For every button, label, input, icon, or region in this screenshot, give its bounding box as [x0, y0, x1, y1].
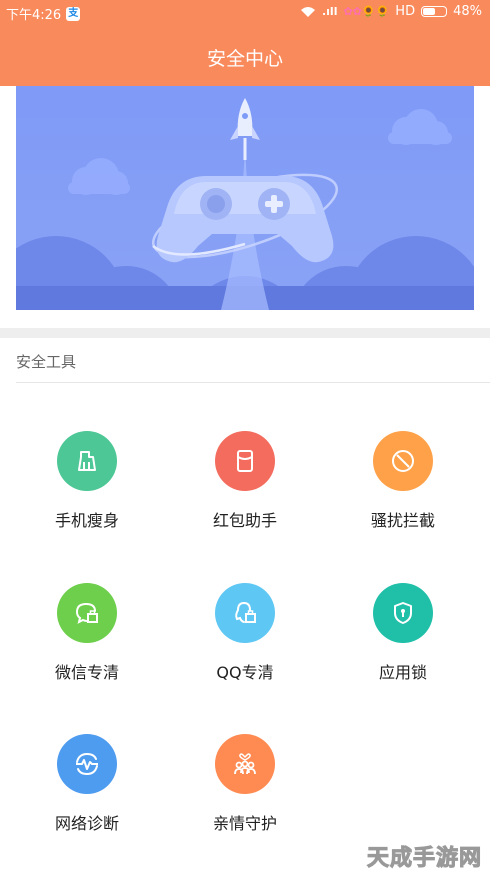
network-type: HD — [395, 4, 416, 19]
network-pulse-icon — [57, 734, 117, 794]
wifi-icon — [300, 6, 315, 17]
battery-fill — [423, 8, 435, 15]
section-divider-line — [16, 382, 490, 383]
tool-network-diagnose[interactable]: 网络诊断 — [17, 734, 157, 834]
page-title: 安全中心 — [206, 48, 283, 70]
notification-emoji: ✿✿🌻🌻 — [343, 5, 390, 18]
red-packet-icon — [215, 431, 275, 491]
banner — [16, 86, 474, 310]
shield-lock-icon — [373, 583, 433, 643]
tool-label: QQ专清 — [216, 663, 274, 682]
family-icon — [215, 734, 275, 794]
tool-label: 网络诊断 — [54, 814, 119, 833]
section-title: 安全工具 — [16, 353, 77, 371]
battery-percent: 48% — [453, 4, 482, 19]
tool-app-lock[interactable]: 应用锁 — [333, 583, 473, 683]
tool-label: 微信专清 — [54, 663, 119, 682]
watermark: 天成手游网 — [366, 846, 482, 872]
signal-icon: .ıll — [321, 5, 338, 18]
block-icon — [373, 431, 433, 491]
section-divider — [0, 328, 490, 338]
title-bar: 安全中心 — [0, 24, 490, 86]
tool-wechat-clean[interactable]: 微信专清 — [17, 583, 157, 683]
tool-qq-clean[interactable]: QQ专清 — [175, 583, 315, 683]
tool-label: 红包助手 — [212, 511, 277, 530]
tool-phone-slim[interactable]: 手机瘦身 — [17, 431, 157, 531]
tool-family-guard[interactable]: 亲情守护 — [175, 734, 315, 834]
broom-icon — [57, 431, 117, 491]
status-bar: 下午4:26 支 .ıll ✿✿🌻🌻 HD 48% — [0, 0, 490, 24]
battery-icon — [421, 6, 448, 17]
tool-label: 手机瘦身 — [54, 511, 119, 530]
qq-clean-icon — [215, 583, 275, 643]
alipay-icon: 支 — [66, 6, 81, 21]
banner-illustration — [16, 86, 474, 310]
tool-harass-block[interactable]: 骚扰拦截 — [333, 431, 473, 531]
tool-label: 应用锁 — [378, 663, 427, 682]
wechat-clean-icon — [57, 583, 117, 643]
tool-label: 骚扰拦截 — [370, 511, 435, 530]
status-time: 下午4:26 — [6, 8, 62, 23]
tool-red-packet[interactable]: 红包助手 — [175, 431, 315, 531]
tool-label: 亲情守护 — [212, 814, 277, 833]
